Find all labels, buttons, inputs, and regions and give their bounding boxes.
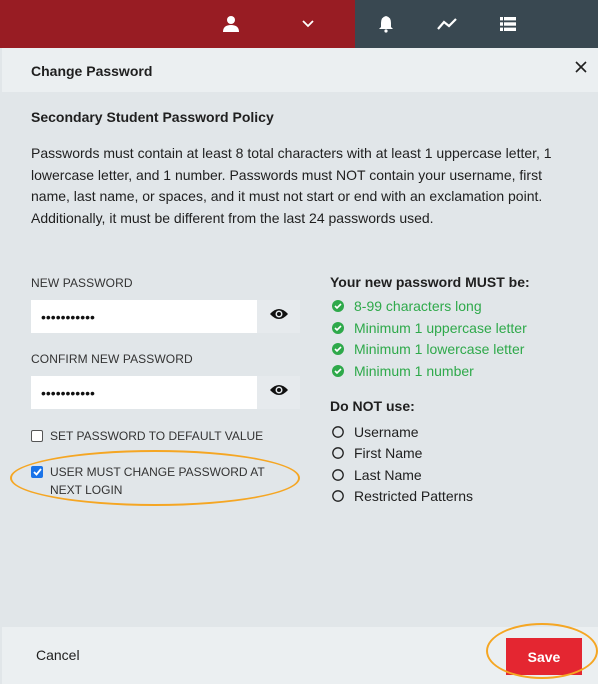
check-circle-icon xyxy=(332,365,344,377)
empty-circle-icon xyxy=(332,426,344,438)
change-password-dialog: Change Password Secondary Student Passwo… xyxy=(2,48,598,684)
new-password-input[interactable] xyxy=(31,300,257,333)
policy-title: Secondary Student Password Policy xyxy=(31,109,274,125)
new-password-label: NEW PASSWORD xyxy=(31,276,133,290)
restriction-item: Username xyxy=(332,424,419,440)
requirement-item: Minimum 1 number xyxy=(332,363,474,379)
save-button[interactable]: Save xyxy=(506,638,582,675)
restriction-item: Restricted Patterns xyxy=(332,488,473,504)
eye-icon xyxy=(269,383,289,402)
chevron-down-icon[interactable] xyxy=(298,14,318,34)
eye-icon xyxy=(269,307,289,326)
confirm-password-label: CONFIRM NEW PASSWORD xyxy=(31,352,193,366)
not-use-title: Do NOT use: xyxy=(330,398,415,414)
change-at-login-checkbox[interactable] xyxy=(31,466,43,478)
check-circle-icon xyxy=(332,343,344,355)
dialog-title: Change Password xyxy=(31,63,153,79)
requirement-item: Minimum 1 lowercase letter xyxy=(332,341,524,357)
confirm-password-input[interactable] xyxy=(31,376,257,409)
change-at-login-label: USER MUST CHANGE PASSWORD AT NEXT LOGIN xyxy=(50,465,265,497)
close-icon[interactable] xyxy=(572,58,590,76)
restriction-item: First Name xyxy=(332,445,422,461)
requirement-item: Minimum 1 uppercase letter xyxy=(332,320,527,336)
default-password-label: SET PASSWORD TO DEFAULT VALUE xyxy=(50,429,264,443)
navbar-tools-section xyxy=(355,0,598,48)
must-requirements-title: Your new password MUST be: xyxy=(330,274,530,290)
list-icon[interactable] xyxy=(498,14,518,34)
show-confirm-password-button[interactable] xyxy=(257,376,300,409)
top-navbar xyxy=(0,0,598,48)
restriction-item: Last Name xyxy=(332,467,422,483)
trend-line-icon[interactable] xyxy=(437,14,457,34)
check-circle-icon xyxy=(332,300,344,312)
show-new-password-button[interactable] xyxy=(257,300,300,333)
cancel-button[interactable]: Cancel xyxy=(36,647,80,663)
bell-icon[interactable] xyxy=(376,14,396,34)
dialog-header: Change Password xyxy=(2,48,598,92)
requirement-item: 8-99 characters long xyxy=(332,298,482,314)
policy-text: Passwords must contain at least 8 total … xyxy=(31,145,552,226)
default-password-checkbox[interactable] xyxy=(31,430,43,442)
user-icon[interactable] xyxy=(221,14,241,34)
empty-circle-icon xyxy=(332,469,344,481)
change-at-login-option[interactable]: USER MUST CHANGE PASSWORD AT NEXT LOGIN xyxy=(31,463,293,499)
default-password-option[interactable]: SET PASSWORD TO DEFAULT VALUE xyxy=(31,429,263,443)
dialog-footer: Cancel Save xyxy=(2,623,598,684)
navbar-brand-section xyxy=(0,0,355,48)
check-circle-icon xyxy=(332,322,344,334)
empty-circle-icon xyxy=(332,447,344,459)
empty-circle-icon xyxy=(332,490,344,502)
